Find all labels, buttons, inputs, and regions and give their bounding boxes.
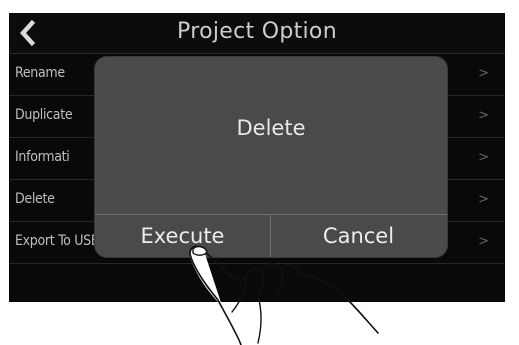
- execute-button[interactable]: Execute: [95, 215, 270, 257]
- cancel-button[interactable]: Cancel: [271, 215, 446, 257]
- delete-dialog: Delete Execute Cancel: [95, 57, 447, 257]
- device-screen: Project Option Rename > Duplicate > Info…: [9, 13, 505, 302]
- dialog-message: Delete: [236, 116, 306, 140]
